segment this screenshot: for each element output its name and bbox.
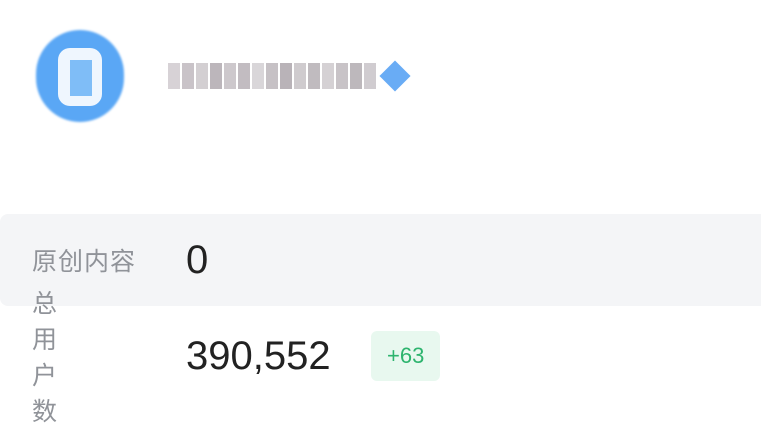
account-avatar-icon[interactable] <box>28 22 132 130</box>
stat-value: 390,552 <box>186 333 331 378</box>
verified-badge-icon <box>379 60 411 92</box>
account-header <box>28 22 411 130</box>
account-stats-panel: 原创内容 0 总用户数 390,552 +63 <box>0 0 761 425</box>
stat-label: 总用户数 <box>32 289 59 425</box>
stat-row-original-content: 原创内容 0 <box>0 214 761 306</box>
redacted-account-name <box>168 56 411 96</box>
stat-value: 0 <box>186 237 209 282</box>
stat-label: 原创内容 <box>32 247 137 276</box>
stat-delta-badge: +63 <box>371 331 441 381</box>
